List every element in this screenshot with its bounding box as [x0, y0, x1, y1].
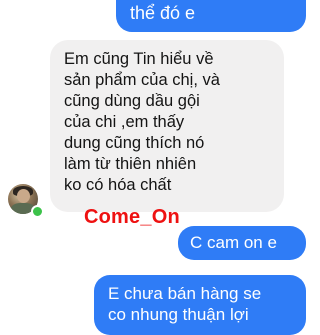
message-text: sản phẩm của chị, và [64, 71, 220, 89]
sent-message-bubble[interactable]: thể đó e [116, 0, 306, 32]
sent-message-bubble[interactable]: C cam on e [178, 226, 306, 260]
message-text: E chưa bán hàng se [108, 284, 262, 303]
online-status-icon [31, 205, 44, 218]
message-text: ko có hóa chất [64, 176, 172, 194]
message-text: Em cũng Tin hiểu về [64, 50, 214, 68]
message-text: cũng dùng dầu gội [64, 92, 200, 110]
message-text: C cam on e [190, 233, 277, 252]
avatar-face [17, 189, 30, 203]
message-text: của chi ,em thấy [64, 113, 185, 131]
watermark-text: Come_On [84, 206, 180, 228]
sent-message-bubble[interactable]: E chưa bán hàng se co nhung thuận lợi [94, 275, 306, 335]
received-message-bubble[interactable]: Em cũng Tin hiểu về sản phẩm của chị, và… [50, 40, 284, 212]
message-text: dung cũng thích nó [64, 134, 205, 152]
message-text: co nhung thuận lợi [108, 305, 249, 324]
message-text: làm từ thiên nhiên [64, 155, 197, 173]
message-text: thể đó e [130, 3, 196, 23]
